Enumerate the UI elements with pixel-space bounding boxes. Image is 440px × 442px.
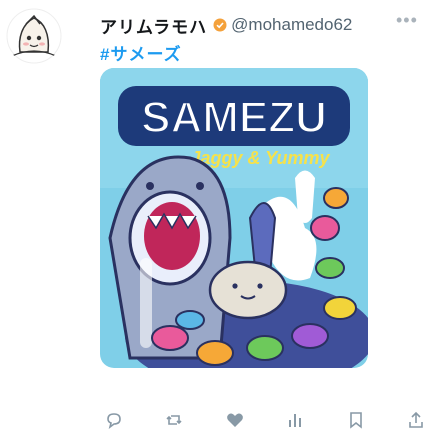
analytics-icon (289, 414, 302, 427)
share-icon (409, 411, 423, 428)
analytics-button[interactable] (281, 406, 309, 434)
hashtag-link[interactable]: #サメーズ (100, 40, 182, 65)
tweet-media-image[interactable]: SAMEZU Jaggy & Yummy (100, 68, 368, 368)
retweet-icon (166, 415, 182, 425)
seal-illustration (208, 260, 288, 320)
tagline-text: Jaggy & Yummy (190, 148, 330, 168)
heart-icon (226, 413, 243, 427)
tweet-header: アリムラモハ @mohamedo62 (100, 13, 352, 38)
share-button[interactable] (402, 406, 430, 434)
more-options-button[interactable]: ••• (396, 10, 418, 31)
user-handle[interactable]: @mohamedo62 (231, 15, 352, 35)
retweet-button[interactable] (160, 406, 188, 434)
like-button[interactable] (221, 406, 249, 434)
reply-button[interactable] (100, 406, 128, 434)
tweet-card: アリムラモハ @mohamedo62 ••• #サメーズ SAMEZU Jagg… (0, 0, 440, 442)
tweet-action-bar (100, 406, 430, 434)
display-name[interactable]: アリムラモハ (100, 13, 207, 38)
logo-text: SAMEZU (141, 93, 327, 142)
bookmark-button[interactable] (342, 406, 370, 434)
avatar[interactable] (6, 8, 62, 64)
reply-icon (107, 413, 121, 429)
bookmark-icon (349, 412, 362, 429)
verified-badge-icon (213, 18, 227, 32)
